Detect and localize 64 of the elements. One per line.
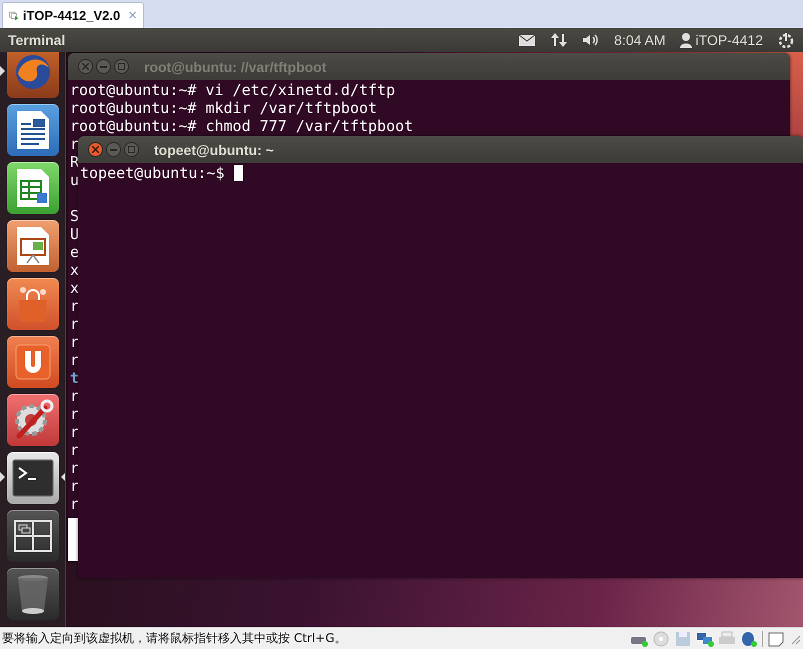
minimize-icon [110,148,117,150]
mail-icon[interactable] [518,32,536,48]
close-button[interactable] [88,142,103,157]
terminal-line: r [70,333,80,351]
terminal-line: x [70,261,80,279]
workspaces-icon [12,519,52,553]
document-icon [14,109,50,151]
terminal-line: root@ubuntu:~# chmod 777 /var/tftpboot [70,117,414,135]
launcher-item[interactable] [6,452,58,504]
note-icon[interactable] [767,630,785,646]
window-title: topeet@ubuntu: ~ [154,142,274,158]
terminal-line: t [70,369,80,387]
terminal-prompt: topeet@ubuntu:~$ [80,164,224,182]
launcher-item[interactable] [6,336,58,388]
terminal-line: r [70,351,80,369]
app-title: Terminal [8,32,66,48]
terminal-line: r [70,495,80,513]
terminal-line: u [70,171,80,189]
terminal-icon [10,458,54,498]
terminal-line: root@ubuntu:~# vi /etc/xinetd.d/tftp [70,81,396,99]
close-icon [82,63,89,70]
resize-grip-icon[interactable] [789,632,801,644]
volume-icon[interactable] [582,32,600,48]
terminal-line: R [70,153,80,171]
close-icon [92,146,99,153]
status-message: 要将输入定向到该虚拟机，请将鼠标指针移入其中或按 Ctrl+G。 [2,630,348,647]
terminal-line: r [70,315,80,333]
terminal-line: S [70,207,80,225]
terminal-line: r [70,135,80,153]
maximize-icon [128,146,135,153]
user-icon[interactable] [680,32,692,48]
terminal-window[interactable]: topeet@ubuntu: ~ topeet@ubuntu:~$ [78,136,803,578]
clock[interactable]: 8:04 AM [614,32,666,48]
launcher-item[interactable] [6,104,58,156]
terminal-line: root@ubuntu:~# mkdir /var/tftpboot [70,99,378,117]
network-icon[interactable] [550,32,568,48]
maximize-icon [118,63,125,70]
launcher-item[interactable] [6,510,58,562]
terminal-line: r [70,441,80,459]
text-cursor [234,165,242,181]
terminal-line: r [70,477,80,495]
u-letter-icon [14,343,52,381]
terminal-line: e [70,243,80,261]
terminal-line: r [70,423,80,441]
tab-title: iTOP-4412_V2.0 [22,8,120,23]
presentation-icon [14,225,50,267]
minimize-icon [100,66,107,68]
terminal-line: r [70,387,80,405]
terminal-line: x [70,279,80,297]
window-title: root@ubuntu: //var/tftpboot [144,58,326,74]
power-icon[interactable] [777,32,795,48]
user-name[interactable]: iTOP-4412 [696,32,763,48]
audio-icon[interactable] [740,630,758,646]
terminal-line: r [70,459,80,477]
terminal-blank-area [68,518,78,561]
launcher-item[interactable] [6,220,58,272]
vm-tab[interactable]: iTOP-4412_V2.0 × [2,2,144,28]
terminal-line: U [70,225,80,243]
terminal-line: r [70,297,80,315]
launcher-item[interactable] [6,394,58,446]
launcher-item[interactable] [6,568,58,620]
network-adapter-icon[interactable] [696,630,714,646]
terminal-line: r [70,405,80,423]
spreadsheet-icon [14,167,50,209]
